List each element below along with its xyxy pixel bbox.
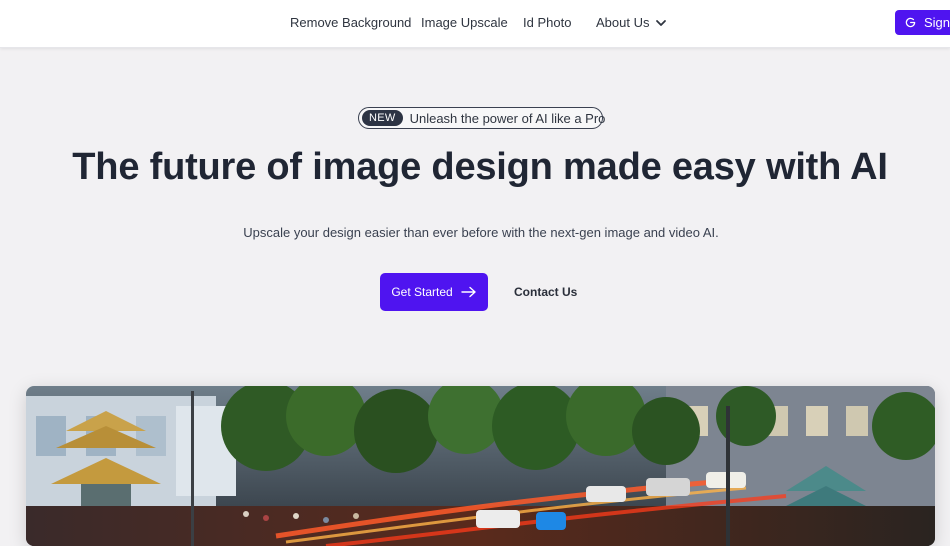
nav-link-about-us[interactable]: About Us [596, 15, 667, 30]
get-started-label: Get Started [391, 285, 453, 299]
hero-subtitle: Upscale your design easier than ever bef… [243, 225, 719, 240]
google-icon [905, 17, 916, 28]
nav-link-about-us-label: About Us [596, 15, 650, 30]
get-started-button[interactable]: Get Started [380, 273, 488, 311]
nav-link-id-photo[interactable]: Id Photo [523, 15, 571, 30]
arrow-right-icon [460, 286, 476, 298]
announcement-badge: NEW Unleash the power of AI like a Pro [358, 107, 606, 129]
top-navbar: Remove Background Image Upscale Id Photo… [0, 0, 950, 48]
sign-in-label: Sign [924, 15, 950, 30]
contact-us-link[interactable]: Contact Us [514, 285, 577, 299]
nav-link-remove-background[interactable]: Remove Background [290, 15, 411, 30]
city-street-photo [26, 386, 935, 546]
hero-title: The future of image design made easy wit… [72, 146, 888, 188]
new-tag: NEW [362, 110, 403, 126]
sign-in-button[interactable]: Sign [895, 10, 950, 35]
badge-text: Unleash the power of AI like a Pro [409, 110, 606, 126]
hero-image [26, 386, 935, 546]
nav-link-image-upscale[interactable]: Image Upscale [421, 15, 508, 30]
chevron-down-icon [656, 19, 667, 26]
